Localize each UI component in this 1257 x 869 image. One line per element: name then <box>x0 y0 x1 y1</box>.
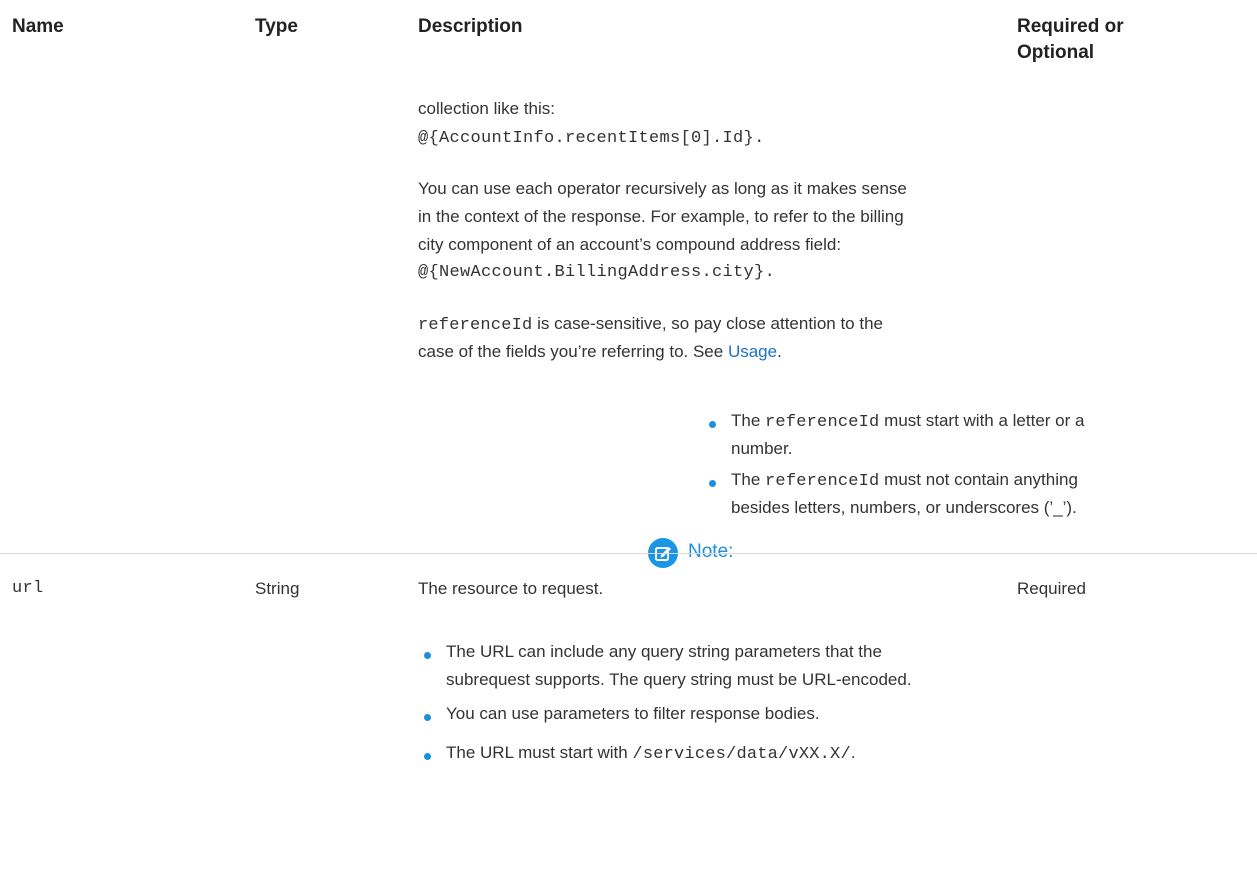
description-text-fragment: is case-sensitive, so pay close attentio… <box>532 314 883 333</box>
usage-link[interactable]: Usage <box>728 342 777 361</box>
column-header-required-or-optional: Required or Optional <box>1017 14 1124 66</box>
note-item-text: must start with a letter or a <box>879 411 1085 430</box>
url-bullet-text: The URL can include any query string par… <box>446 642 882 661</box>
url-bullet-text-fragment: The URL must start with <box>446 743 633 762</box>
description-text: case of the fields you’re referring to. … <box>418 338 782 366</box>
code-snippet: @{NewAccount.BillingAddress.city}. <box>418 259 775 287</box>
note-list-item-line2: besides letters, numbers, or underscores… <box>731 498 1077 517</box>
note-list-item: The referenceId must start with a letter… <box>731 407 1084 437</box>
description-text: in the context of the response. For exam… <box>418 207 904 226</box>
note-list-item: The referenceId must not contain anythin… <box>731 466 1078 496</box>
code-snippet: @{AccountInfo.recentItems[0].Id}. <box>418 125 765 153</box>
column-header-name: Name <box>12 16 64 37</box>
description-text: You can use each operator recursively as… <box>418 179 907 198</box>
note-item-text: The <box>731 411 766 430</box>
column-header-type: Type <box>255 16 298 37</box>
bullet-dot <box>709 421 716 428</box>
code-reference-id: referenceId <box>765 472 880 491</box>
url-bullet-text: You can use parameters to filter respons… <box>446 704 820 723</box>
note-label: Note: <box>688 541 734 562</box>
bullet-dot <box>709 480 716 487</box>
url-bullet-text: The URL must start with /services/data/v… <box>446 739 856 769</box>
table-row-divider <box>0 553 1257 554</box>
bullet-dot <box>424 714 431 721</box>
code-recent-items-tail: . <box>754 129 765 148</box>
param-description: The resource to request. <box>418 579 604 598</box>
url-bullet-text-line2: subrequest supports. The query string mu… <box>446 670 912 689</box>
url-bullet-text-fragment: . <box>850 743 856 762</box>
code-reference-id: referenceId <box>418 316 533 335</box>
note-item-text: must not contain anything <box>879 470 1078 489</box>
code-services-path: /services/data/vXX.X/ <box>632 745 851 764</box>
code-recent-items: @{AccountInfo.recentItems[0].Id} <box>418 129 755 148</box>
param-name: url <box>12 579 44 598</box>
code-billing-address-tail: . <box>764 263 776 282</box>
description-text: city component of an account’s compound … <box>418 235 842 254</box>
param-type: String <box>255 579 300 598</box>
code-billing-address: @{NewAccount.BillingAddress.city} <box>418 263 765 282</box>
description-text: collection like this: <box>418 99 556 118</box>
param-required: Required <box>1017 579 1086 598</box>
note-item-text: The <box>731 470 766 489</box>
description-text: referenceId is case-sensitive, so pay cl… <box>418 310 883 340</box>
description-text-fragment: . <box>777 342 782 361</box>
note-list-item-line2: number. <box>731 439 793 458</box>
description-text-fragment: case of the fields you’re referring to. … <box>418 342 728 361</box>
bullet-dot <box>424 753 431 760</box>
bullet-dot <box>424 652 431 659</box>
code-reference-id: referenceId <box>765 413 880 432</box>
column-header-required-line2: Optional <box>1017 42 1095 63</box>
column-header-required-line1: Required or <box>1017 16 1124 37</box>
column-header-description: Description <box>418 16 523 37</box>
